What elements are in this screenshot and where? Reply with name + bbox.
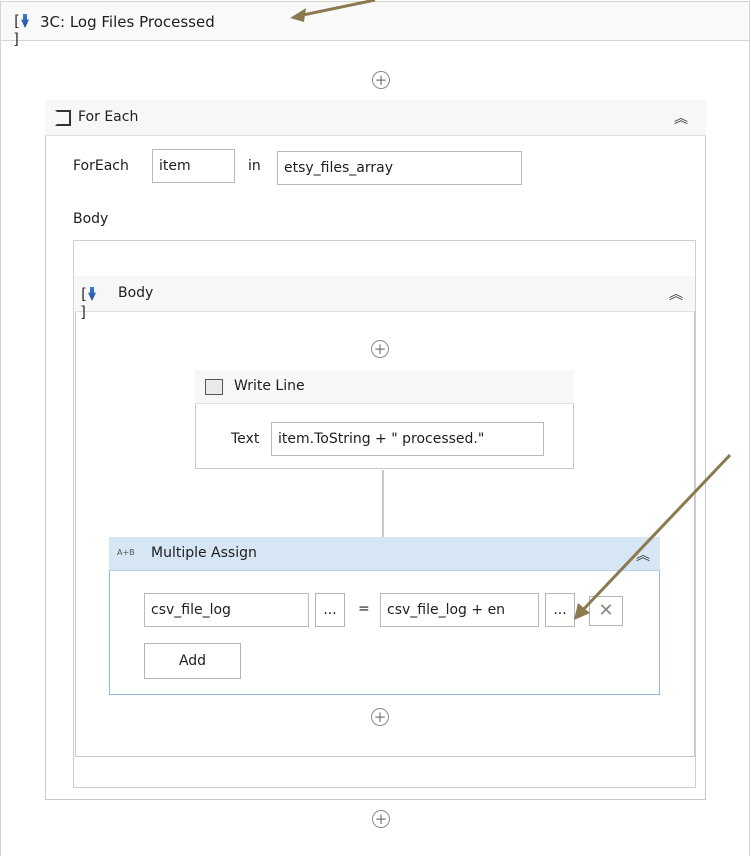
foreach-icon: [55, 110, 71, 126]
sequence-title: 3C: Log Files Processed: [40, 13, 215, 31]
multiple-assign-title: Multiple Assign: [151, 545, 257, 561]
collapse-icon[interactable]: ︽: [669, 288, 683, 302]
write-line-text-field[interactable]: item.ToString + " processed.": [271, 422, 544, 456]
collapse-icon[interactable]: ︽: [674, 112, 688, 126]
sequence-icon: []: [12, 12, 32, 48]
body-label: Body: [73, 211, 109, 227]
body-sequence-header[interactable]: [75, 276, 695, 312]
collapse-icon[interactable]: ︽: [636, 549, 650, 563]
foreach-item-field[interactable]: item: [152, 149, 235, 183]
assign-value-browse-button[interactable]: ...: [545, 593, 575, 627]
equals-sign: =: [358, 601, 370, 617]
foreach-header[interactable]: [45, 100, 706, 136]
sequence-icon: []: [79, 285, 99, 321]
assign-to-field[interactable]: csv_file_log: [144, 593, 309, 627]
in-label: in: [248, 158, 261, 174]
add-activity-icon[interactable]: +: [372, 810, 390, 828]
add-activity-icon[interactable]: +: [371, 708, 389, 726]
body-sequence-title: Body: [118, 285, 154, 301]
add-button[interactable]: Add: [144, 643, 241, 679]
assign-to-browse-button[interactable]: ...: [315, 593, 345, 627]
foreach-collection-field[interactable]: etsy_files_array: [277, 151, 522, 185]
write-line-title: Write Line: [234, 378, 305, 394]
write-line-icon: [205, 379, 223, 395]
foreach-title: For Each: [78, 109, 139, 125]
assign-value-field[interactable]: csv_file_log + en: [380, 593, 539, 627]
add-activity-icon[interactable]: +: [372, 71, 390, 89]
text-label: Text: [231, 431, 260, 447]
multiple-assign-icon: A+B: [117, 548, 135, 557]
add-activity-icon[interactable]: +: [371, 340, 389, 358]
foreach-label: ForEach: [73, 158, 129, 174]
delete-row-icon[interactable]: ✕: [589, 596, 623, 626]
connector-line: [382, 470, 384, 544]
